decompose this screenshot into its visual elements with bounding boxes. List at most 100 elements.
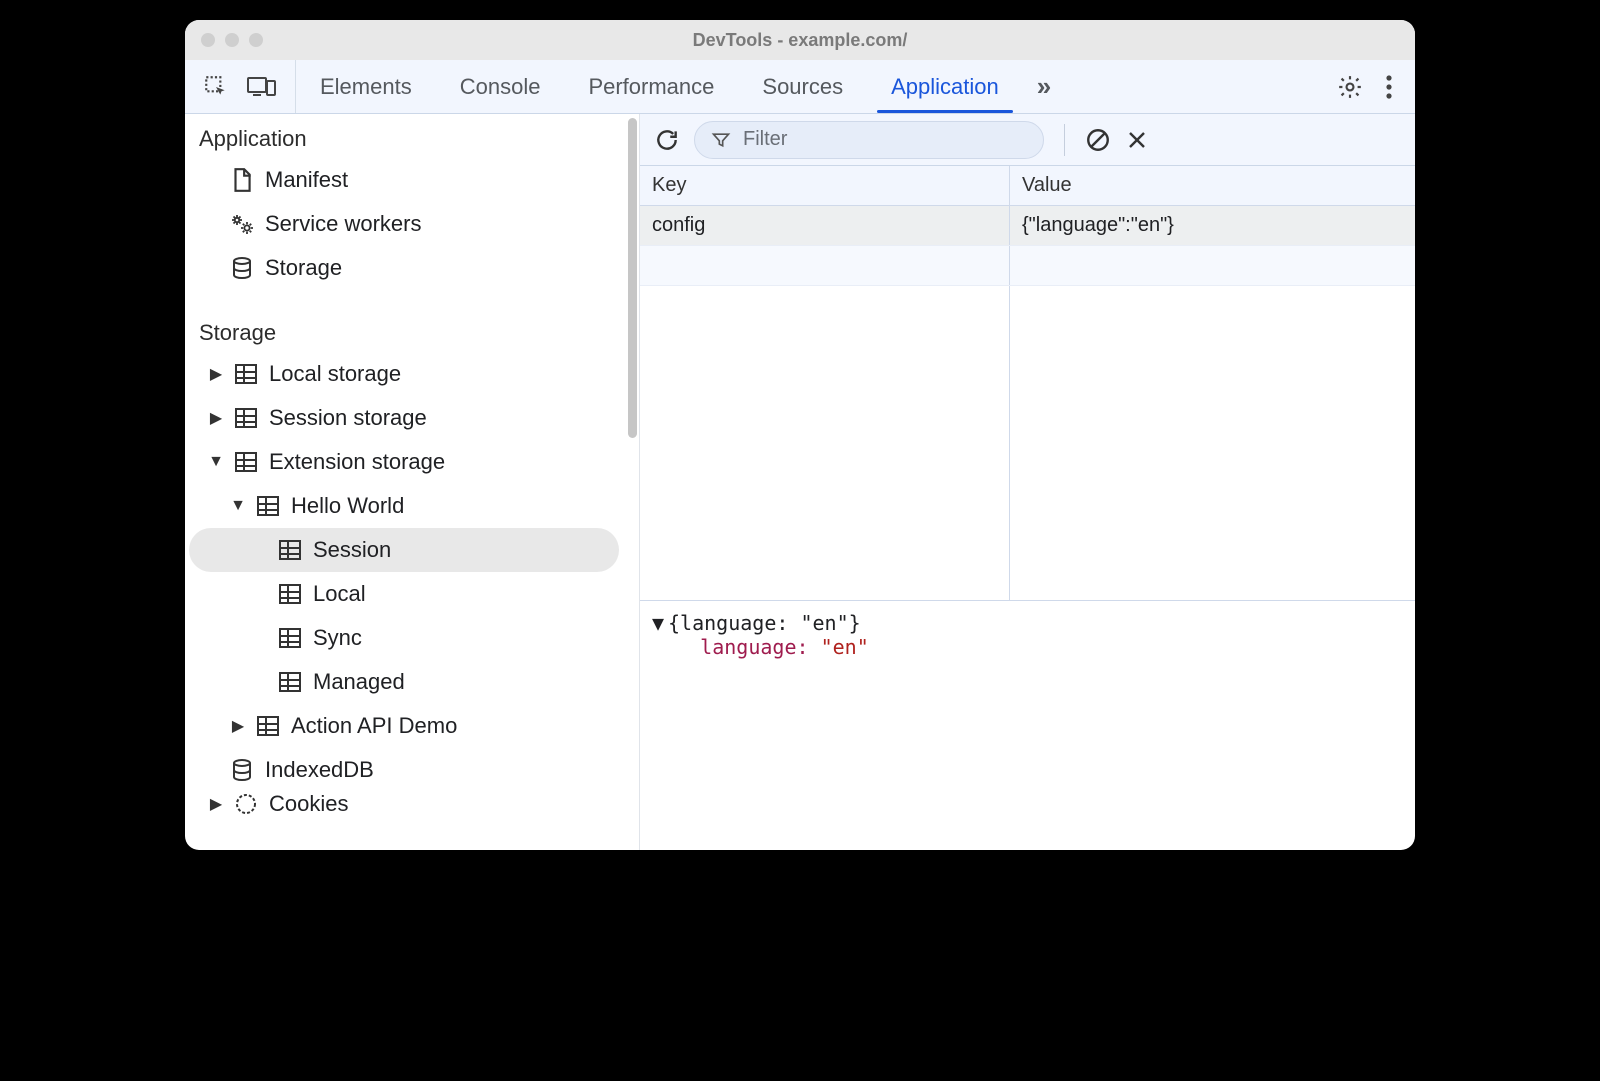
tab-application[interactable]: Application	[867, 60, 1023, 113]
file-icon	[229, 167, 255, 193]
window-title: DevTools - example.com/	[693, 30, 908, 51]
sidebar-item-sync[interactable]: Sync	[185, 616, 639, 660]
titlebar: DevTools - example.com/	[185, 20, 1415, 60]
storage-toolbar	[640, 114, 1415, 166]
tab-performance[interactable]: Performance	[564, 60, 738, 113]
sidebar-item-action-api-demo[interactable]: ▶ Action API Demo	[185, 704, 639, 748]
sidebar-item-label: Managed	[313, 669, 405, 695]
table-icon	[277, 537, 303, 563]
sidebar-section-storage: Storage	[185, 308, 639, 352]
expand-arrow-icon[interactable]: ▶	[231, 716, 245, 736]
tab-label: Console	[460, 74, 541, 100]
preview-prop-name: language	[700, 635, 796, 659]
sidebar-item-label: Session storage	[269, 405, 427, 431]
preview-summary-text: {language: "en"}	[668, 611, 861, 635]
kebab-menu-icon[interactable]	[1385, 74, 1393, 100]
sidebar-item-label: Local	[313, 581, 366, 607]
panel-body: Application Manifest Service workers	[185, 114, 1415, 850]
panel-tabs: Elements Console Performance Sources App…	[296, 60, 1315, 113]
preview-property-line[interactable]: language: "en"	[652, 635, 1403, 659]
filter-icon	[711, 130, 731, 150]
table-icon	[233, 449, 259, 475]
tabbar-right-tools	[1315, 60, 1415, 113]
table-icon	[277, 625, 303, 651]
storage-table-body: config {"language":"en"}	[640, 206, 1415, 286]
sidebar-item-session[interactable]: Session	[189, 528, 619, 572]
sidebar-item-hello-world[interactable]: ▼ Hello World	[185, 484, 639, 528]
value-preview: ▼{language: "en"} language: "en"	[640, 600, 1415, 850]
cell-value[interactable]: {"language":"en"}	[1010, 206, 1415, 245]
window-controls	[185, 33, 263, 47]
tab-console[interactable]: Console	[436, 60, 565, 113]
device-toolbar-icon[interactable]	[247, 75, 277, 99]
collapse-arrow-icon[interactable]: ▼	[209, 453, 223, 471]
sidebar-item-local-storage[interactable]: ▶ Local storage	[185, 352, 639, 396]
minimize-window-dot[interactable]	[225, 33, 239, 47]
tabbar-left-tools	[185, 60, 296, 113]
sidebar-section-application: Application	[185, 114, 639, 158]
sidebar-item-label: Cookies	[269, 792, 348, 816]
toolbar-separator	[1064, 124, 1065, 156]
expand-arrow-icon[interactable]: ▶	[209, 794, 223, 814]
sidebar-item-label: Extension storage	[269, 449, 445, 475]
table-row[interactable]: config {"language":"en"}	[640, 206, 1415, 246]
sidebar-item-label: Session	[313, 537, 391, 563]
sidebar-item-service-workers[interactable]: Service workers	[185, 202, 639, 246]
sidebar-item-session-storage[interactable]: ▶ Session storage	[185, 396, 639, 440]
sidebar-item-extension-storage[interactable]: ▼ Extension storage	[185, 440, 639, 484]
sidebar-scrollbar[interactable]	[628, 118, 637, 438]
more-tabs-button[interactable]: »	[1023, 60, 1065, 113]
sidebar-item-local[interactable]: Local	[185, 572, 639, 616]
table-icon	[233, 361, 259, 387]
refresh-icon[interactable]	[654, 127, 680, 153]
application-sidebar: Application Manifest Service workers	[185, 114, 640, 850]
column-header-key[interactable]: Key	[640, 166, 1010, 205]
table-icon	[277, 669, 303, 695]
zoom-window-dot[interactable]	[249, 33, 263, 47]
sidebar-item-cookies[interactable]: ▶ Cookies	[185, 792, 639, 816]
tab-label: Performance	[588, 74, 714, 100]
preview-prop-value: "en"	[821, 635, 869, 659]
table-row-empty[interactable]	[640, 246, 1415, 286]
table-icon	[255, 713, 281, 739]
storage-main-panel: Key Value config {"language":"en"} ▼{lan…	[640, 114, 1415, 850]
filter-input[interactable]	[741, 127, 1027, 152]
sidebar-item-managed[interactable]: Managed	[185, 660, 639, 704]
sidebar-item-label: IndexedDB	[265, 757, 374, 783]
database-icon	[229, 255, 255, 281]
sidebar-item-label: Storage	[265, 255, 342, 281]
storage-table-head: Key Value	[640, 166, 1415, 206]
inspect-element-icon[interactable]	[203, 74, 229, 100]
devtools-window: DevTools - example.com/ Elements Console	[185, 20, 1415, 850]
sidebar-item-label: Local storage	[269, 361, 401, 387]
tab-label: Elements	[320, 74, 412, 100]
filter-field[interactable]	[694, 121, 1044, 159]
table-icon	[255, 493, 281, 519]
delete-selected-icon[interactable]	[1125, 128, 1149, 152]
collapse-arrow-icon[interactable]: ▼	[231, 497, 245, 515]
sidebar-item-label: Manifest	[265, 167, 348, 193]
close-window-dot[interactable]	[201, 33, 215, 47]
cookie-icon	[233, 792, 259, 816]
expand-arrow-icon[interactable]: ▶	[209, 364, 223, 384]
sidebar-item-label: Sync	[313, 625, 362, 651]
settings-gear-icon[interactable]	[1337, 74, 1363, 100]
tab-elements[interactable]: Elements	[296, 60, 436, 113]
clear-all-icon[interactable]	[1085, 127, 1111, 153]
sidebar-item-label: Action API Demo	[291, 713, 457, 739]
database-icon	[229, 757, 255, 783]
sidebar-item-storage[interactable]: Storage	[185, 246, 639, 290]
storage-table-fill	[640, 286, 1415, 600]
column-header-value[interactable]: Value	[1010, 166, 1415, 205]
sidebar-item-indexeddb[interactable]: IndexedDB	[185, 748, 639, 792]
preview-summary-line[interactable]: ▼{language: "en"}	[652, 611, 1403, 635]
sidebar-item-manifest[interactable]: Manifest	[185, 158, 639, 202]
tab-label: Sources	[762, 74, 843, 100]
tab-sources[interactable]: Sources	[738, 60, 867, 113]
expand-arrow-icon[interactable]: ▶	[209, 408, 223, 428]
table-icon	[277, 581, 303, 607]
main-tabbar: Elements Console Performance Sources App…	[185, 60, 1415, 114]
sidebar-item-label: Hello World	[291, 493, 404, 519]
tab-label: Application	[891, 74, 999, 100]
cell-key[interactable]: config	[640, 206, 1010, 245]
